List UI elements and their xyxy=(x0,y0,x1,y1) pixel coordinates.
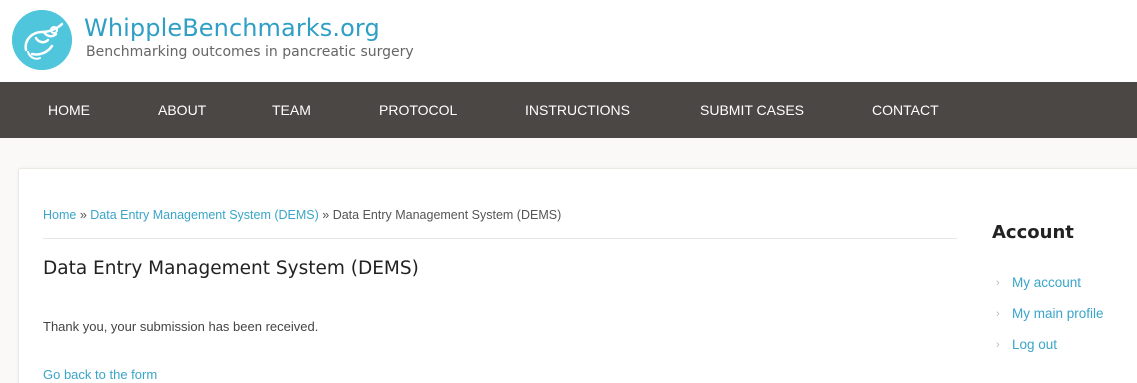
page-title: Data Entry Management System (DEMS) xyxy=(43,258,419,279)
site-header: WhippleBenchmarks.org Benchmarking outco… xyxy=(0,0,1137,82)
nav-submit-cases[interactable]: SUBMIT CASES xyxy=(700,82,804,138)
site-slogan: Benchmarking outcomes in pancreatic surg… xyxy=(86,44,414,60)
page: WhippleBenchmarks.org Benchmarking outco… xyxy=(0,0,1137,383)
nav-instructions[interactable]: INSTRUCTIONS xyxy=(525,82,630,138)
chevron-right-icon: › xyxy=(996,339,1000,351)
confirmation-message: Thank you, your submission has been rece… xyxy=(43,319,319,334)
breadcrumb: Home » Data Entry Management System (DEM… xyxy=(43,208,561,222)
breadcrumb-separator: » xyxy=(318,208,333,222)
sidebar-title: Account xyxy=(992,222,1074,243)
breadcrumb-current: Data Entry Management System (DEMS) xyxy=(332,208,562,222)
pancreas-logo-icon[interactable] xyxy=(12,10,72,70)
log-out-link[interactable]: Log out xyxy=(1012,336,1057,354)
breadcrumb-divider xyxy=(43,238,957,239)
breadcrumb-separator: » xyxy=(76,208,91,222)
site-name-link[interactable]: WhippleBenchmarks.org xyxy=(84,14,380,42)
nav-contact[interactable]: CONTACT xyxy=(872,82,939,138)
nav-home[interactable]: HOME xyxy=(48,82,90,138)
nav-protocol[interactable]: PROTOCOL xyxy=(379,82,457,138)
breadcrumb-parent-link[interactable]: Data Entry Management System (DEMS) xyxy=(90,208,319,222)
my-account-link[interactable]: My account xyxy=(1012,274,1081,292)
nav-about[interactable]: ABOUT xyxy=(158,82,206,138)
nav-team[interactable]: TEAM xyxy=(272,82,311,138)
chevron-right-icon: › xyxy=(996,308,1000,320)
chevron-right-icon: › xyxy=(996,277,1000,289)
breadcrumb-home-link[interactable]: Home xyxy=(43,208,76,222)
my-main-profile-link[interactable]: My main profile xyxy=(1012,305,1104,323)
main-nav: HOME ABOUT TEAM PROTOCOL INSTRUCTIONS SU… xyxy=(0,82,1137,138)
go-back-link[interactable]: Go back to the form xyxy=(43,367,157,382)
